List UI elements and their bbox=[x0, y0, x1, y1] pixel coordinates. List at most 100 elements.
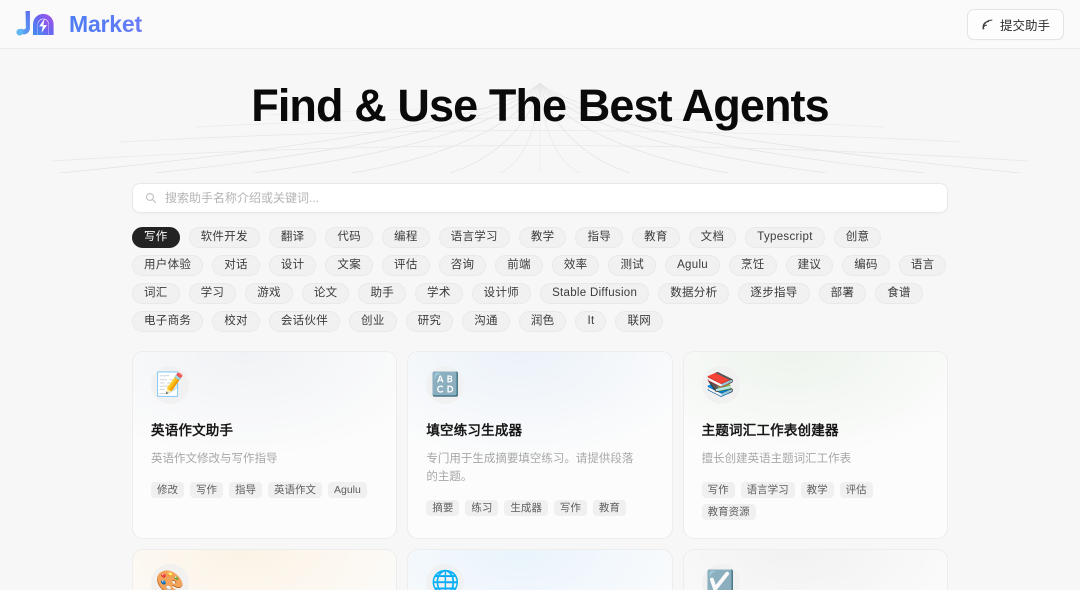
filter-tag[interactable]: 指导 bbox=[575, 227, 624, 248]
filter-tag[interactable]: 写作 bbox=[132, 227, 180, 248]
filter-tag[interactable]: 效率 bbox=[551, 255, 600, 276]
filter-tag[interactable]: 食谱 bbox=[875, 283, 923, 304]
hero-section: Find & Use The Best Agents bbox=[0, 49, 1080, 173]
agent-card-tag[interactable]: 练习 bbox=[465, 500, 499, 517]
filter-tag[interactable]: 文档 bbox=[688, 227, 737, 248]
filter-tag[interactable]: 学术 bbox=[415, 283, 463, 304]
filter-tag[interactable]: 咨询 bbox=[438, 255, 487, 276]
filter-tag[interactable]: Typescript bbox=[745, 227, 825, 248]
filter-tag[interactable]: 数据分析 bbox=[658, 283, 730, 304]
search-input[interactable] bbox=[165, 191, 935, 205]
filter-tag[interactable]: 对话 bbox=[212, 255, 260, 276]
agent-card-tags: 摘要 练习 生成器 写作 教育 bbox=[426, 500, 653, 517]
agent-card-body: 📝 英语作文助手英语作文修改与写作指导修改 写作 指导 英语作文 Agulu bbox=[151, 366, 378, 499]
filter-tag[interactable]: 评估 bbox=[382, 255, 430, 276]
filter-tag[interactable]: 校对 bbox=[212, 311, 260, 332]
filter-tag[interactable]: 编程 bbox=[382, 227, 430, 248]
agent-card-tag[interactable]: 摘要 bbox=[426, 500, 460, 517]
search-icon bbox=[145, 192, 157, 204]
agent-card-tag[interactable]: 生成器 bbox=[504, 500, 548, 517]
agent-card-tag[interactable]: 写作 bbox=[701, 482, 735, 499]
submit-agent-label: 提交助手 bbox=[999, 19, 1050, 33]
filter-tag[interactable]: 设计 bbox=[268, 255, 317, 276]
filter-tag[interactable]: It bbox=[575, 311, 607, 332]
filter-tag[interactable]: 用户体验 bbox=[132, 255, 204, 276]
agent-card-description: 专门用于生成摘要填空练习。请提供段落的主题。 bbox=[426, 453, 634, 484]
filter-tag[interactable]: 学习 bbox=[188, 283, 237, 304]
filter-tag[interactable]: 语言 bbox=[898, 255, 947, 276]
tag-filter-bar: 写作 软件开发 翻译 代码 编程 语言学习 教学 指导 教育 文档 Typescript 创意 用户体验… bbox=[0, 213, 1080, 332]
filter-tag[interactable]: 建议 bbox=[785, 255, 834, 276]
filter-tag[interactable]: 论文 bbox=[301, 283, 350, 304]
agent-card-grid: 📝 英语作文助手 英语作文修改与写作指导 修改 写作 指导 英语作文 Agulu 🔠 填空练习生成… bbox=[0, 351, 1080, 590]
filter-tag[interactable]: 部署 bbox=[818, 283, 867, 304]
agent-card-tag[interactable]: 英语作文 bbox=[268, 482, 322, 499]
filter-tag[interactable]: 软件开发 bbox=[188, 227, 260, 248]
agent-card-body: 🔠 填空练习生成器专门用于生成摘要填空练习。请提供段落的主题。摘要 练习 生成器 写作教… bbox=[426, 366, 653, 517]
agent-card-body: 🌐 bbox=[426, 564, 653, 590]
globe-with-meridians-icon: 🌐 bbox=[426, 564, 465, 590]
agent-card[interactable]: ☑️ bbox=[682, 549, 948, 590]
agent-card-tag[interactable]: 指导 bbox=[229, 482, 262, 499]
ballot-box-with-check-icon: ☑️ bbox=[701, 564, 740, 590]
filter-tag[interactable]: 编码 bbox=[842, 255, 890, 276]
filter-tag[interactable]: 会话伙伴 bbox=[268, 311, 341, 332]
filter-tag[interactable]: 润色 bbox=[518, 311, 567, 332]
app-header: Market 提交助手 bbox=[0, 0, 1080, 49]
filter-tag[interactable]: 研究 bbox=[405, 311, 454, 332]
rss-broadcast-icon bbox=[982, 19, 993, 30]
filter-tag[interactable]: 助手 bbox=[358, 283, 407, 304]
agent-card-tag[interactable]: 教育资源 bbox=[701, 504, 756, 521]
agent-card-tag[interactable]: 评估 bbox=[839, 482, 873, 499]
filter-tag[interactable]: 教育 bbox=[632, 227, 680, 248]
filter-tag[interactable]: 烹饪 bbox=[729, 255, 777, 276]
filter-tag[interactable]: 电子商务 bbox=[132, 311, 204, 332]
agent-card[interactable]: 🔠 填空练习生成器专门用于生成摘要填空练习。请提供段落的主题。摘要 练习 生成器 写作教… bbox=[407, 351, 673, 539]
filter-tag[interactable]: 代码 bbox=[325, 227, 374, 248]
filter-tag[interactable]: 创业 bbox=[349, 311, 397, 332]
filter-tag[interactable]: 教学 bbox=[518, 227, 567, 248]
agent-card[interactable]: 🎨 bbox=[132, 549, 398, 590]
agent-card-description: 英语作文修改与写作指导 bbox=[151, 453, 278, 465]
filter-tag[interactable]: 词汇 bbox=[132, 283, 180, 304]
agent-card-title: 英语作文助手 bbox=[151, 423, 234, 438]
agent-card-tag[interactable]: 语言学习 bbox=[740, 482, 795, 499]
filter-tag[interactable]: 游戏 bbox=[245, 283, 293, 304]
filter-tag[interactable]: 语言学习 bbox=[438, 227, 510, 248]
agent-card[interactable]: 📚 主题词汇工作表创建器擅长创建英语主题词汇工作表写作 语言学习 教学 评估教育资源 bbox=[682, 351, 948, 539]
filter-tag[interactable]: 创意 bbox=[833, 227, 882, 248]
artist-palette-icon: 🎨 bbox=[151, 564, 189, 590]
filter-tag[interactable]: 前端 bbox=[495, 255, 543, 276]
agent-card-tag[interactable]: 教学 bbox=[800, 482, 834, 499]
agent-card-tag[interactable]: 修改 bbox=[151, 482, 184, 499]
agent-card[interactable]: 🌐 bbox=[407, 549, 673, 590]
search-box[interactable] bbox=[132, 183, 948, 213]
agent-card[interactable]: 📝 英语作文助手英语作文修改与写作指导修改 写作 指导 英语作文 Agulu bbox=[132, 351, 398, 539]
filter-tag[interactable]: 沟通 bbox=[462, 311, 510, 332]
filter-tag[interactable]: 逐步指导 bbox=[738, 283, 810, 304]
agent-card-description: 擅长创建英语主题词汇工作表 bbox=[701, 453, 852, 465]
agent-card-tag[interactable]: 写作 bbox=[190, 482, 223, 499]
filter-tag[interactable]: Agulu bbox=[665, 255, 720, 276]
agent-card-tag[interactable]: 教育 bbox=[592, 500, 626, 517]
memo-pencil-icon: 📝 bbox=[151, 366, 189, 404]
agent-card-tag[interactable]: Agulu bbox=[328, 482, 367, 499]
agent-card-tag[interactable]: 写作 bbox=[553, 500, 587, 517]
filter-tag[interactable]: 文案 bbox=[325, 255, 374, 276]
submit-agent-button[interactable]: 提交助手 bbox=[966, 9, 1064, 40]
abcd-letters-icon: 🔠 bbox=[426, 366, 465, 404]
agent-card-tags: 写作 语言学习 教学 评估教育资源 bbox=[701, 482, 929, 521]
search-section bbox=[0, 183, 1080, 213]
agent-card-title: 填空练习生成器 bbox=[426, 423, 523, 438]
filter-tag[interactable]: 设计师 bbox=[471, 283, 532, 304]
agent-card-body: ☑️ bbox=[701, 564, 929, 590]
filter-tag[interactable]: 联网 bbox=[615, 311, 664, 332]
market-bolt-logo-icon bbox=[16, 11, 54, 36]
filter-tag[interactable]: Stable Diffusion bbox=[540, 283, 650, 304]
books-icon: 📚 bbox=[701, 366, 740, 404]
agent-card-title: 主题词汇工作表创建器 bbox=[701, 423, 839, 438]
brand-logo[interactable]: Market bbox=[16, 9, 142, 39]
filter-tag[interactable]: 测试 bbox=[608, 255, 657, 276]
page-title: Find & Use The Best Agents bbox=[251, 80, 829, 131]
filter-tag[interactable]: 翻译 bbox=[268, 227, 317, 248]
